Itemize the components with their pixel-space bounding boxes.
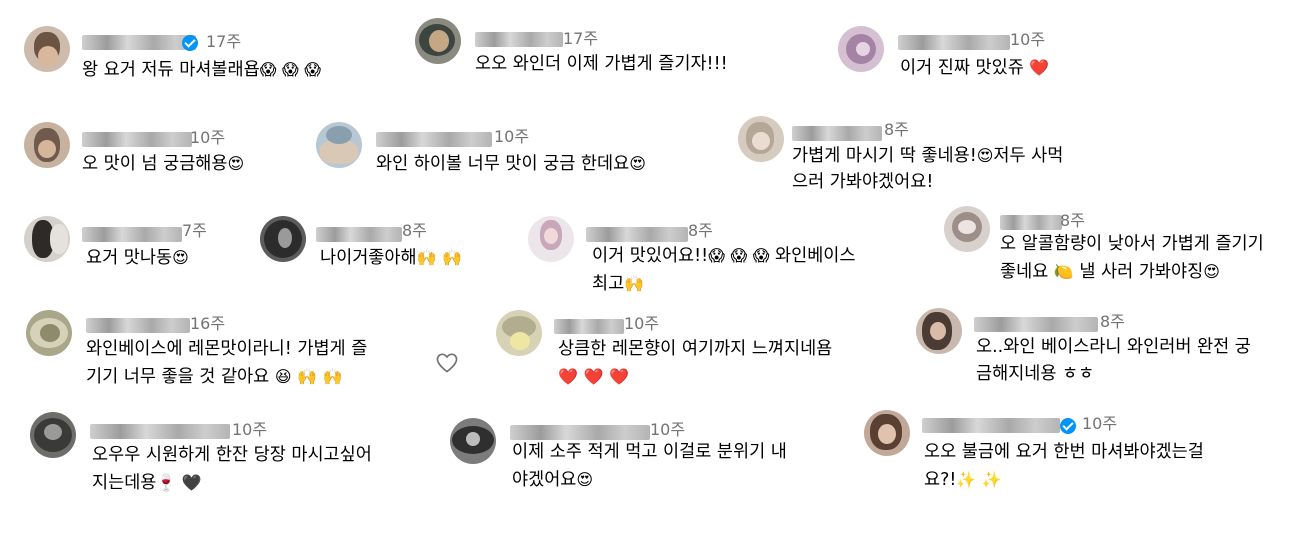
comment-text: 가볍게 마시기 딱 좋네용!😍저두 사먹 으러 가봐야겠어요! <box>792 146 1064 192</box>
avatar[interactable] <box>916 308 962 354</box>
comment-text: 이제 소주 적게 먹고 이걸로 분위기 내 야겠어요😍 <box>512 442 787 490</box>
comment-text: 왕 요거 저듀 마셔볼래욥😱 😱 😱 <box>82 60 321 80</box>
avatar[interactable] <box>864 410 910 456</box>
comment-text: 와인베이스에 레몬맛이라니! 가볍게 즐 기기 너무 좋을 것 같아요 😆 🙌 … <box>86 339 368 387</box>
comment-text: 오우우 시원하게 한잔 당장 마시고싶어 지는데용🍷 🖤 <box>92 445 372 493</box>
timestamp: 10주 <box>1082 414 1118 433</box>
timestamp: 8주 <box>688 221 713 240</box>
verified-badge-icon <box>182 35 198 51</box>
avatar[interactable] <box>528 216 574 262</box>
username[interactable] <box>974 317 1098 332</box>
username[interactable] <box>1000 215 1062 230</box>
username[interactable] <box>792 126 882 141</box>
username[interactable] <box>376 132 492 147</box>
avatar[interactable] <box>738 116 784 162</box>
comment-text: 나이거좋아해🙌 🙌 <box>320 248 463 268</box>
timestamp: 10주 <box>494 127 530 146</box>
username[interactable] <box>922 418 1060 433</box>
timestamp: 7주 <box>182 221 207 240</box>
username[interactable] <box>554 319 624 334</box>
username[interactable] <box>90 424 230 439</box>
timestamp: 10주 <box>190 128 226 147</box>
avatar[interactable] <box>944 206 990 252</box>
comment-text: 오 알콜함량이 낮아서 가볍게 즐기기 좋네요 🍋 낼 사러 가봐야징😍 <box>1000 234 1264 282</box>
comment-text: 와인 하이볼 너무 맛이 궁금 한데요😍 <box>376 154 646 174</box>
avatar[interactable] <box>496 310 542 356</box>
avatar[interactable] <box>24 122 70 168</box>
avatar[interactable] <box>260 216 306 262</box>
comment-text: 이거 맛있어요!!😱 😱 😱 와인베이스 최고🙌 <box>592 246 856 294</box>
timestamp: 10주 <box>232 420 268 439</box>
timestamp: 17주 <box>563 29 599 48</box>
timestamp: 16주 <box>190 314 226 333</box>
timestamp: 17주 <box>206 32 242 51</box>
username[interactable] <box>898 35 1010 50</box>
timestamp: 8주 <box>402 221 427 240</box>
timestamp: 8주 <box>1100 312 1125 331</box>
username[interactable] <box>510 425 650 440</box>
username[interactable] <box>82 35 196 50</box>
heart-outline-icon[interactable] <box>436 353 458 373</box>
username[interactable] <box>86 318 190 333</box>
avatar[interactable] <box>450 418 496 464</box>
comment-text: 이거 진짜 맛있쥬 ❤️ <box>900 58 1050 78</box>
avatar[interactable] <box>316 122 362 168</box>
avatar[interactable] <box>415 18 461 64</box>
timestamp: 10주 <box>624 314 660 333</box>
comment-text: 상큼한 레몬향이 여기까지 느껴지네욤 ❤️ ❤️ ❤️ <box>558 339 833 386</box>
timestamp: 10주 <box>650 420 686 439</box>
avatar[interactable] <box>30 412 76 458</box>
timestamp: 8주 <box>1060 211 1085 230</box>
timestamp: 8주 <box>884 120 909 139</box>
verified-badge-icon <box>1060 418 1076 434</box>
username[interactable] <box>82 132 192 147</box>
avatar[interactable] <box>24 216 70 262</box>
timestamp: 10주 <box>1010 30 1046 49</box>
avatar[interactable] <box>838 26 884 72</box>
username[interactable] <box>586 227 688 242</box>
comment-text: 오오 불금에 요거 한번 마셔봐야겠는걸 요?!✨ ✨ <box>924 442 1204 490</box>
username[interactable] <box>82 227 182 242</box>
username[interactable] <box>316 227 402 242</box>
avatar[interactable] <box>24 26 70 72</box>
comment-text: 오 맛이 넘 궁금해용😍 <box>82 154 245 174</box>
comment-text: 오..와인 베이스라니 와인러버 완전 궁 금해지네용 ㅎㅎ <box>976 337 1251 384</box>
username[interactable] <box>475 32 563 47</box>
comment-text: 오오 와인더 이제 가볍게 즐기자!!! <box>475 54 728 74</box>
avatar[interactable] <box>26 310 72 356</box>
comment-text: 요거 맛나동😍 <box>86 248 189 268</box>
